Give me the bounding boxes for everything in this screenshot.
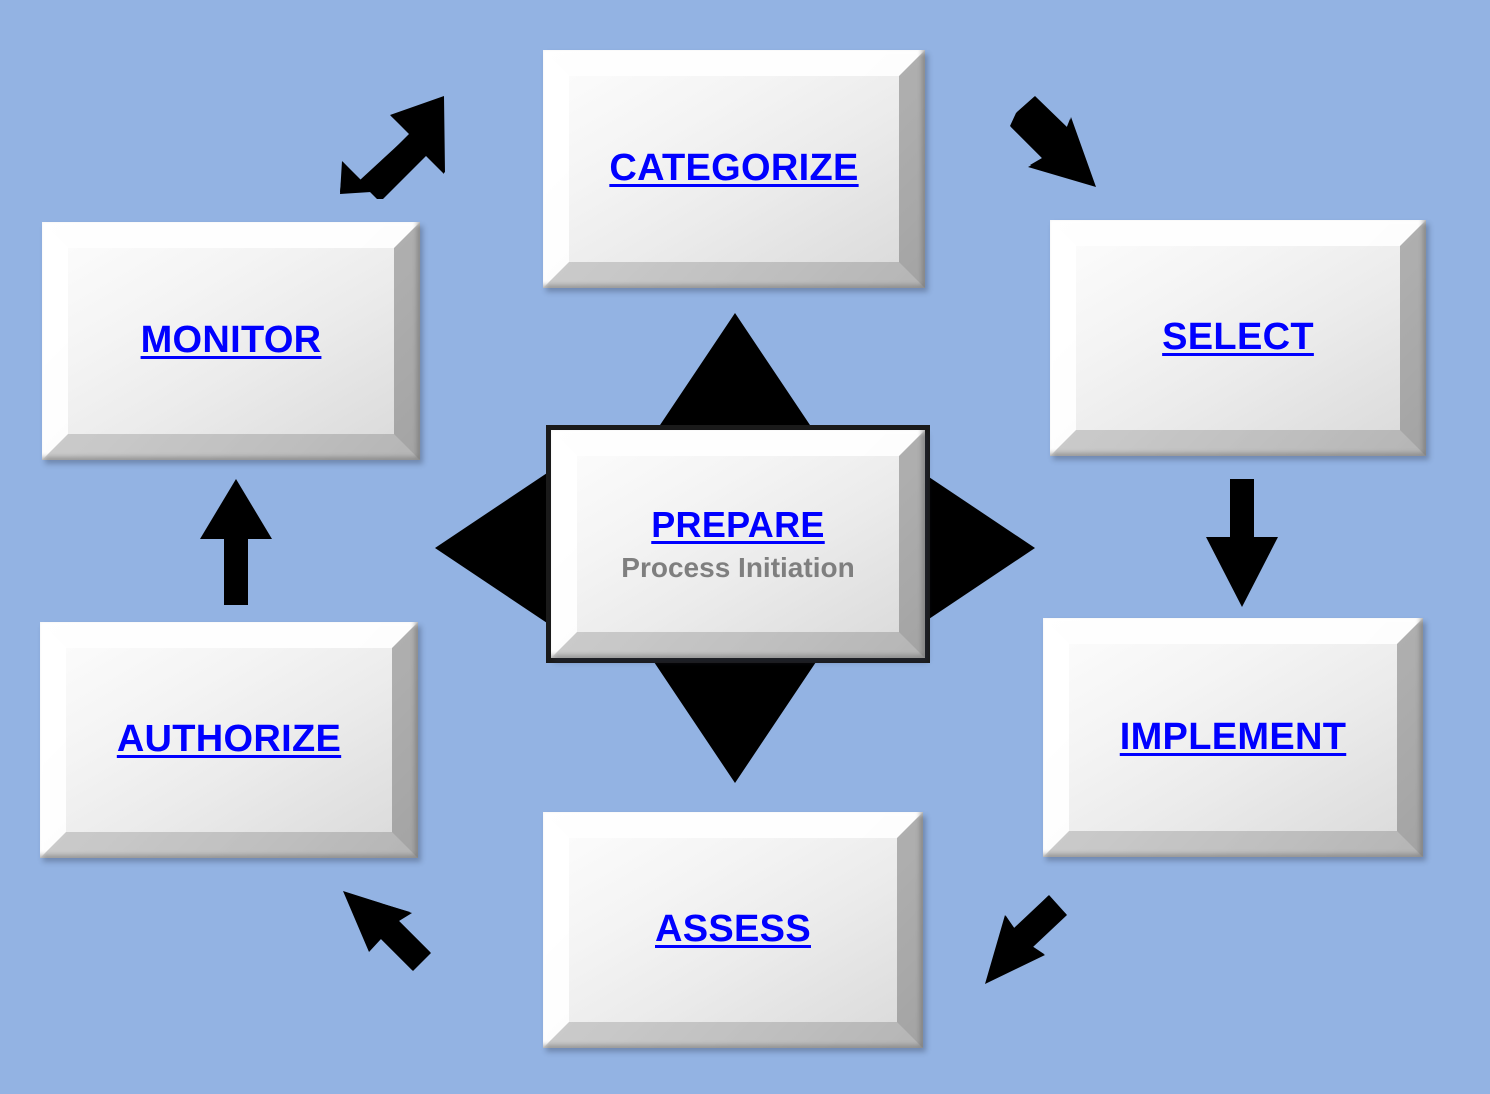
arrow-down-right-icon — [1010, 96, 1096, 187]
step-labels: PREPARE Process Initiation — [621, 506, 854, 582]
step-box-prepare[interactable]: PREPARE Process Initiation — [546, 425, 930, 663]
step-box-implement[interactable]: IMPLEMENT — [1043, 618, 1423, 857]
step-box-categorize[interactable]: CATEGORIZE — [543, 50, 925, 288]
step-labels: SELECT — [1162, 317, 1314, 358]
step-label-categorize[interactable]: CATEGORIZE — [609, 148, 858, 189]
step-labels: AUTHORIZE — [117, 719, 341, 760]
step-labels: IMPLEMENT — [1120, 717, 1346, 758]
step-box-authorize[interactable]: AUTHORIZE — [40, 622, 418, 858]
step-label-authorize[interactable]: AUTHORIZE — [117, 719, 341, 760]
step-label-implement[interactable]: IMPLEMENT — [1120, 717, 1346, 758]
step-label-assess[interactable]: ASSESS — [655, 909, 811, 950]
arrow-down-left-icon — [985, 895, 1067, 984]
step-label-prepare[interactable]: PREPARE — [651, 506, 824, 544]
step-labels: CATEGORIZE — [609, 148, 858, 189]
step-box-select[interactable]: SELECT — [1050, 220, 1426, 456]
process-diagram: CATEGORIZE MONITOR SELECT PREPARE Proces… — [0, 0, 1490, 1094]
step-label-select[interactable]: SELECT — [1162, 317, 1314, 358]
step-labels: MONITOR — [141, 320, 322, 361]
arrow-up-right-icon — [340, 96, 445, 199]
step-label-monitor[interactable]: MONITOR — [141, 320, 322, 361]
arrow-up-icon — [200, 479, 272, 605]
step-labels: ASSESS — [655, 909, 811, 950]
arrow-down-icon — [1206, 479, 1278, 607]
step-box-assess[interactable]: ASSESS — [543, 812, 923, 1048]
step-box-monitor[interactable]: MONITOR — [42, 222, 420, 460]
step-sublabel-prepare: Process Initiation — [621, 551, 855, 583]
arrow-up-left-icon — [343, 891, 431, 971]
